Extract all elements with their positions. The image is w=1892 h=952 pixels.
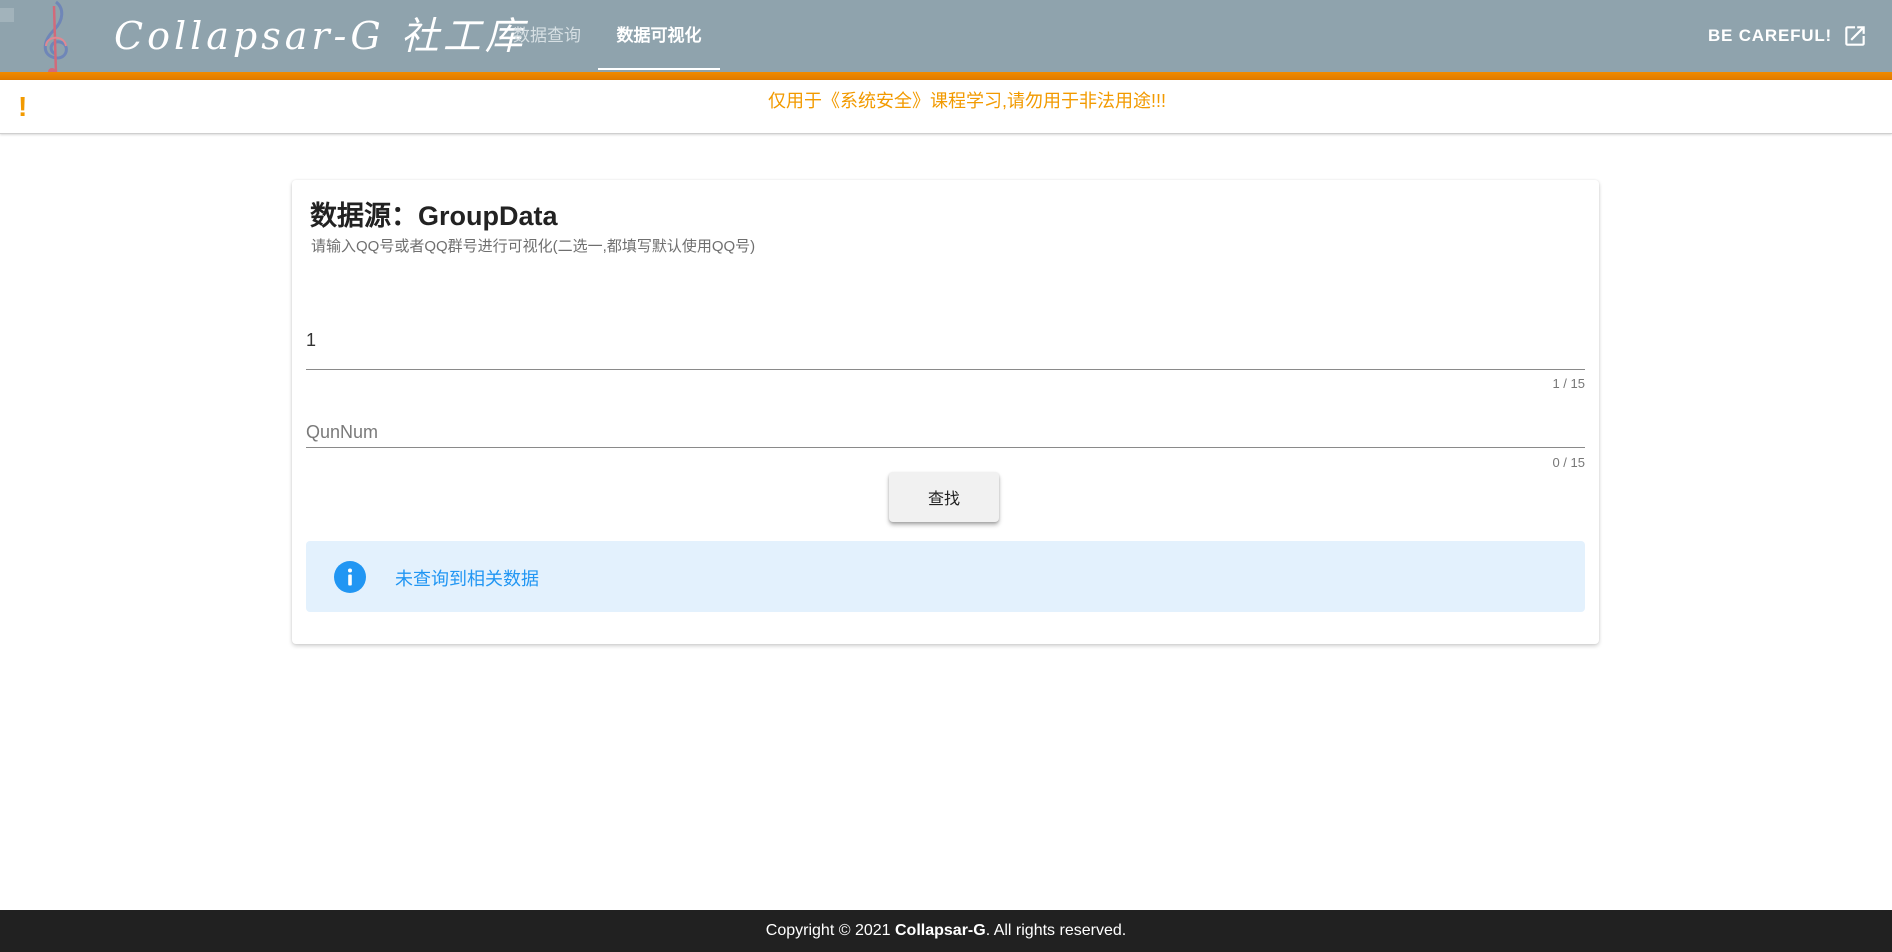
app-bar-accent-stripe [0,72,1892,80]
copyright-suffix: . All rights reserved. [985,922,1127,939]
corner-mark [0,8,14,22]
data-source-card: 数据源：GroupData 请输入QQ号或者QQ群号进行可视化(二选一,都填写默… [292,180,1599,644]
treble-clef-logo[interactable] [34,0,78,78]
copyright-brand: Collapsar-G [895,922,986,939]
card-title: 数据源：GroupData [310,201,558,231]
app-bar: Collapsar-G 社工库 数据查询 数据可视化 BE CAREFUL! [0,0,1892,76]
be-careful-button[interactable]: BE CAREFUL! [1708,18,1868,54]
qq-number-field: 1 / 15 [306,320,1585,410]
tab-data-query[interactable]: 数据查询 [500,0,594,72]
open-in-new-icon [1845,26,1865,46]
brand-title: Collapsar-G 社工库 [114,14,527,58]
qun-char-counter: 0 / 15 [1552,455,1585,470]
qq-number-input[interactable] [306,320,1585,360]
no-data-alert: 未查询到相关数据 [306,541,1585,612]
search-button[interactable]: 查找 [889,472,999,522]
tab-data-visualization[interactable]: 数据可视化 [598,0,720,72]
qun-number-input[interactable] [306,412,1585,452]
copyright-prefix: Copyright © 2021 [765,922,895,939]
warning-banner: ! 仅用于《系统安全》课程学习,请勿用于非法用途!!! [0,80,1892,134]
qq-char-counter: 1 / 15 [1552,376,1585,391]
warning-text: 仅用于《系统安全》课程学习,请勿用于非法用途!!! [767,91,1166,111]
card-subtitle: 请输入QQ号或者QQ群号进行可视化(二选一,都填写默认使用QQ号) [311,238,756,255]
qq-input-underline [306,369,1585,370]
alert-text: 未查询到相关数据 [395,569,539,589]
info-icon [334,561,366,593]
be-careful-label: BE CAREFUL! [1707,26,1832,45]
qun-input-underline [306,447,1585,448]
footer: Copyright © 2021 Collapsar-G. All rights… [0,910,1892,952]
